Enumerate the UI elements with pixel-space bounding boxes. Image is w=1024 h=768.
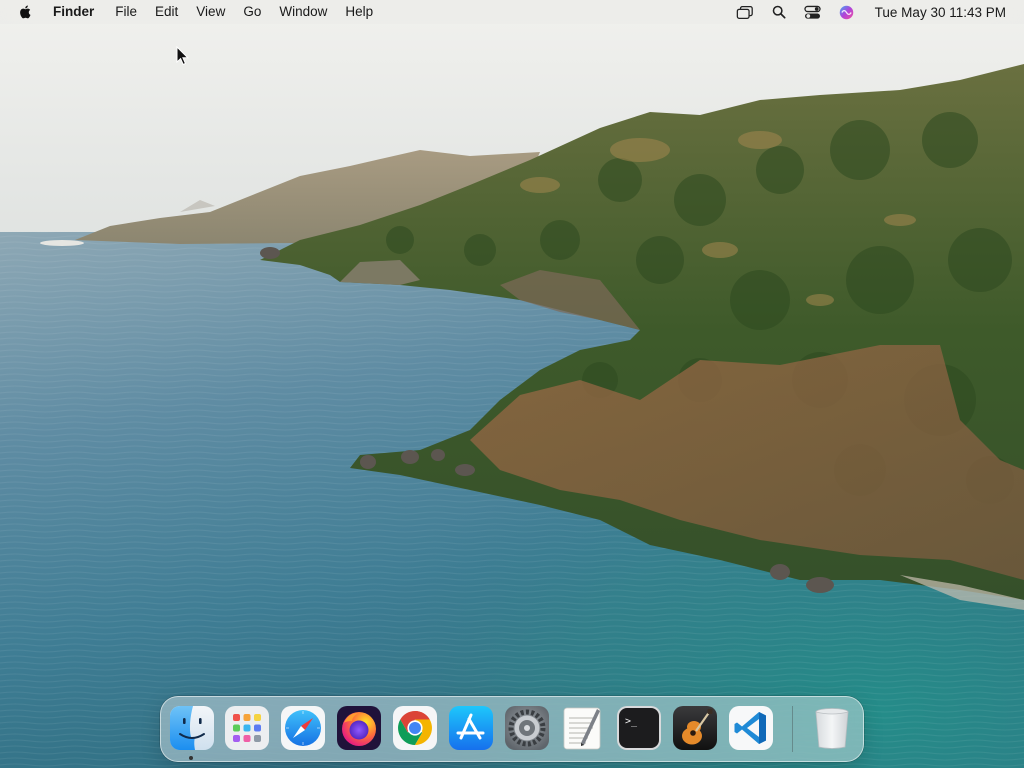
finder-icon	[170, 706, 214, 750]
dock-app-trash[interactable]	[809, 705, 855, 751]
dock-app-textedit[interactable]	[560, 705, 606, 751]
dock-app-terminal[interactable]: >_	[616, 705, 662, 751]
siri-icon[interactable]	[837, 3, 857, 21]
menu-go[interactable]: Go	[234, 0, 270, 24]
dock-app-safari[interactable]	[280, 705, 326, 751]
trash-icon	[815, 708, 849, 749]
dock-app-chrome[interactable]	[392, 705, 438, 751]
terminal-icon: >_	[617, 706, 661, 750]
safari-icon	[281, 706, 325, 750]
textedit-icon	[563, 707, 601, 750]
dock-app-firefox[interactable]	[336, 705, 382, 751]
menu-edit[interactable]: Edit	[146, 0, 187, 24]
window-stack-icon[interactable]	[735, 3, 755, 21]
dock-separator	[792, 706, 793, 752]
menu-help[interactable]: Help	[336, 0, 382, 24]
launchpad-icon	[225, 706, 269, 750]
menu-window[interactable]: Window	[270, 0, 336, 24]
menu-file[interactable]: File	[106, 0, 146, 24]
garageband-icon	[673, 706, 717, 750]
dock-app-launchpad[interactable]	[224, 705, 270, 751]
running-indicator	[189, 756, 193, 760]
search-icon[interactable]	[769, 3, 789, 21]
chrome-icon	[393, 706, 437, 750]
dock-app-vscode[interactable]	[728, 705, 774, 751]
dock-app-garageband[interactable]	[672, 705, 718, 751]
app-store-icon	[449, 706, 493, 750]
svg-text:>_: >_	[625, 716, 638, 727]
menu-view[interactable]: View	[187, 0, 234, 24]
app-menu-finder[interactable]: Finder	[53, 0, 106, 24]
dock-app-system-preferences[interactable]	[504, 705, 550, 751]
menu-clock[interactable]: Tue May 30 11:43 PM	[875, 5, 1006, 20]
mouse-pointer-icon	[176, 46, 190, 66]
status-area: Tue May 30 11:43 PM	[728, 0, 1024, 24]
dock: >_	[160, 696, 864, 762]
control-center-icon[interactable]	[803, 3, 823, 21]
dock-app-finder[interactable]	[169, 705, 215, 751]
firefox-icon	[337, 706, 381, 750]
dock-app-app-store[interactable]	[448, 705, 494, 751]
menu-bar: Finder File Edit View Go Window Help Tue…	[0, 0, 1024, 24]
desktop-wallpaper	[0, 0, 1024, 768]
vscode-icon	[729, 706, 773, 750]
system-preferences-icon	[505, 706, 549, 750]
apple-menu-icon[interactable]	[19, 3, 35, 21]
